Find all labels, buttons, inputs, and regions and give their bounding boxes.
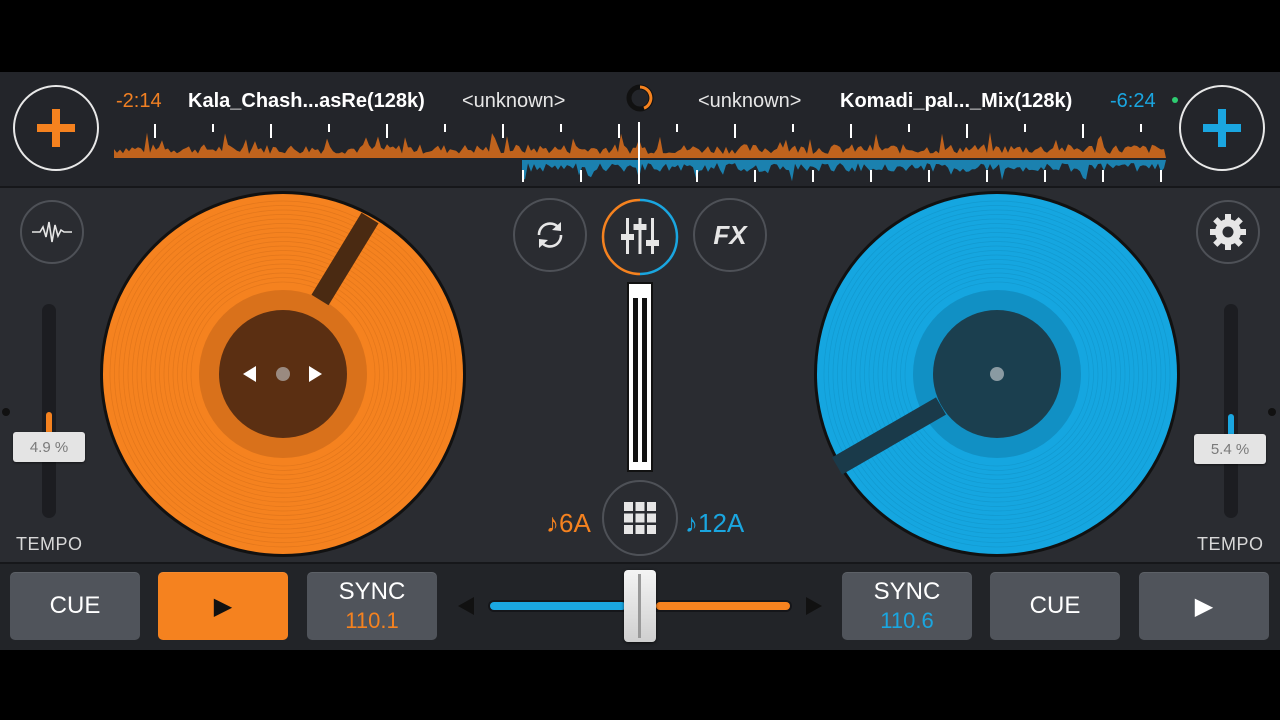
- left-tempo-value[interactable]: 4.9 %: [13, 432, 85, 462]
- crossfader-left-fill: [490, 602, 626, 610]
- right-track-title: Komadi_pal..._Mix(128k): [840, 90, 1073, 112]
- mixer-sliders-icon: [621, 218, 659, 254]
- settings-button[interactable]: [1196, 200, 1260, 264]
- loop-icon: [537, 222, 563, 248]
- mixer-button[interactable]: [601, 198, 679, 276]
- left-key: ♪6A: [546, 508, 591, 538]
- right-cue-button[interactable]: CUE: [990, 572, 1120, 640]
- grid-icon: [624, 502, 656, 534]
- plus-icon: [1203, 109, 1241, 147]
- gear-icon: [1210, 214, 1246, 250]
- transport-bar: CUE ▶ SYNC 110.1 SYNC 110.6 CUE ▶: [0, 562, 1280, 650]
- play-icon: ▶: [213, 592, 233, 620]
- loop-button[interactable]: [513, 198, 587, 272]
- right-play-button[interactable]: ▶: [1139, 572, 1269, 640]
- level-bar-left: [633, 298, 638, 462]
- plus-icon: [37, 109, 75, 147]
- loading-ring-icon: [626, 84, 654, 112]
- waveform-icon: [32, 221, 72, 243]
- right-platter[interactable]: [813, 190, 1181, 558]
- dj-app: -2:14 Kala_Chash...asRe(128k) <unknown> …: [0, 72, 1280, 650]
- left-cue-button[interactable]: CUE: [10, 572, 140, 640]
- crossfader-handle[interactable]: [624, 570, 656, 642]
- left-platter[interactable]: [99, 190, 467, 558]
- left-tempo-slider[interactable]: [42, 304, 56, 518]
- crossfader-right-fill: [656, 602, 790, 610]
- add-track-right-button[interactable]: [1179, 85, 1265, 171]
- add-track-left-button[interactable]: [13, 85, 99, 171]
- right-time-remaining: -6:24: [1110, 90, 1156, 112]
- level-bar-right: [642, 298, 647, 462]
- left-time-remaining: -2:14: [116, 90, 162, 112]
- left-sync-button[interactable]: SYNC 110.1: [307, 572, 437, 640]
- left-track-artist: <unknown>: [462, 90, 566, 112]
- left-tempo-label: TEMPO: [16, 534, 83, 554]
- dual-waveform[interactable]: [114, 122, 1166, 184]
- right-bpm: 110.6: [880, 608, 934, 633]
- waveform-playhead: [638, 122, 640, 184]
- crossfader-right-arrow-icon[interactable]: [804, 596, 824, 616]
- left-track-title: Kala_Chash...asRe(128k): [188, 90, 425, 112]
- waveform-view-button[interactable]: [20, 200, 84, 264]
- right-sync-button[interactable]: SYNC 110.6: [842, 572, 972, 640]
- right-cue-label: CUE: [1029, 592, 1081, 619]
- right-sync-label: SYNC: [873, 578, 941, 605]
- left-cue-label: CUE: [49, 592, 101, 619]
- play-icon: ▶: [1194, 592, 1214, 620]
- right-tempo-value[interactable]: 5.4 %: [1194, 434, 1266, 464]
- right-edge-dot: [1268, 408, 1276, 416]
- crossfader-left-arrow-icon[interactable]: [456, 596, 476, 616]
- right-track-artist: <unknown>: [698, 90, 802, 112]
- right-tempo-label: TEMPO: [1197, 534, 1264, 554]
- fx-label: FX: [713, 219, 747, 250]
- status-dot: [1172, 97, 1178, 103]
- track-info-bar: -2:14 Kala_Chash...asRe(128k) <unknown> …: [0, 72, 1280, 188]
- master-level-meter: [627, 282, 653, 472]
- left-edge-dot: [2, 408, 10, 416]
- sampler-button[interactable]: [602, 480, 678, 556]
- left-sync-label: SYNC: [338, 578, 406, 605]
- left-bpm: 110.1: [345, 608, 399, 633]
- right-key: ♪12A: [685, 508, 745, 538]
- right-tempo-slider[interactable]: [1224, 304, 1238, 518]
- left-play-button[interactable]: ▶: [158, 572, 288, 640]
- fx-button[interactable]: FX: [693, 198, 767, 272]
